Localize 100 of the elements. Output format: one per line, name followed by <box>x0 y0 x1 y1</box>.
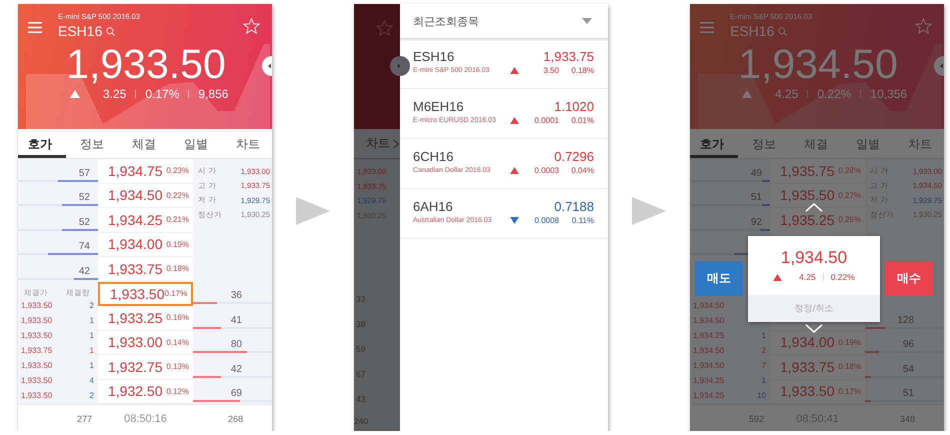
order-price: 1,933.50 <box>780 383 834 400</box>
order-price: 1,932.50 <box>108 383 162 400</box>
item-price: 1,933.75 <box>543 49 594 64</box>
trade-quantity: 1 <box>90 316 94 324</box>
trade-quantity: 10 <box>757 390 766 400</box>
trade-quantity: 2 <box>762 346 766 354</box>
order-price: 1,934.25 <box>108 212 162 228</box>
sell-button[interactable]: 매도 <box>695 261 743 296</box>
bid-quantity: 36 <box>230 289 243 302</box>
order-price: 1,933.00 <box>108 334 162 350</box>
trade-price: 1,933.50 <box>21 376 52 384</box>
price-percent: 0.19% <box>838 338 861 347</box>
ask-quantity: 49 <box>750 166 763 180</box>
order-price: 1,933.25 <box>108 310 162 326</box>
chevron-down-icon[interactable] <box>805 324 823 333</box>
item-price: 0.7188 <box>554 199 594 214</box>
tab[interactable]: 정보 <box>742 129 786 158</box>
order-price: 1,935.50 <box>780 187 834 204</box>
trade-price: 1,934.25 <box>693 330 724 340</box>
tab[interactable]: 체결 <box>794 129 838 158</box>
trade-price: 1,934.50 <box>693 316 724 324</box>
trade-price: 1,933.50 <box>21 390 52 400</box>
bid-quantity: 80 <box>230 338 243 351</box>
chevron-up-icon[interactable] <box>805 203 823 212</box>
ask-quantity: 51 <box>750 191 763 204</box>
order-price: 1,933.75 <box>780 358 834 375</box>
price-percent: 0.26% <box>838 215 861 224</box>
item-percent: 0.01% <box>570 116 594 125</box>
trade-price: 1,933.75 <box>21 346 52 354</box>
dropdown-caret-icon[interactable] <box>582 18 592 24</box>
trade-price: 1,934.25 <box>693 376 724 384</box>
current-price: 1,934.50 <box>737 41 899 87</box>
order-price: 1,935.25 <box>780 212 834 228</box>
price-percent: 0.17% <box>164 289 188 298</box>
tab[interactable]: 차트 <box>898 129 942 158</box>
trade-price: 1,934.50 <box>693 300 724 310</box>
menu-icon[interactable] <box>28 22 42 33</box>
item-symbol: M6EH16 <box>413 99 464 114</box>
popup-percent: 0.22% <box>830 272 855 282</box>
trade-quantity: 1 <box>90 360 94 370</box>
symbol-title: ESH16 <box>58 22 102 40</box>
volume: 9,856 <box>198 87 228 101</box>
price-percent: 0.28% <box>838 166 861 176</box>
bid-quantity: 96 <box>902 338 915 351</box>
popup-change: 4.25 <box>799 272 816 282</box>
current-price: 1,933.50 <box>65 41 227 87</box>
order-price: 1,933.75 <box>108 260 162 277</box>
item-change: 0.0008 <box>534 216 559 225</box>
next-arrow-icon <box>632 197 666 225</box>
trade-quantity: 2 <box>90 300 94 310</box>
order-price: 1,934.75 <box>108 162 162 179</box>
item-percent: 0.11% <box>570 216 594 225</box>
price-percent: 0.21% <box>166 215 189 224</box>
drawer-title: 최근조회종목 <box>413 14 479 28</box>
trade-quantity: 7 <box>762 360 766 370</box>
trade-quantity: 1 <box>90 346 94 354</box>
item-price: 0.7296 <box>554 149 594 164</box>
tab[interactable]: 차트 <box>366 135 390 152</box>
trade-price: 1,934.50 <box>693 346 724 354</box>
change-percent: 0.17% <box>145 87 180 101</box>
price-percent: 0.16% <box>166 313 189 322</box>
ask-quantity: 92 <box>750 216 763 228</box>
tab[interactable]: 일별 <box>174 129 218 158</box>
price-percent: 0.22% <box>166 190 189 200</box>
symbol-title: ESH16 <box>730 22 774 40</box>
item-symbol: 6AH16 <box>413 199 453 214</box>
bid-quantity: 128 <box>897 314 915 326</box>
item-change: 0.0003 <box>534 166 559 175</box>
item-price: 1.1020 <box>554 99 594 114</box>
tab[interactable]: 체결 <box>122 129 166 158</box>
trade-quantity: 1 <box>90 330 94 340</box>
tab[interactable]: 정보 <box>70 129 114 158</box>
trade-price: 1,934.25 <box>693 390 724 400</box>
item-percent: 0.18% <box>570 66 594 75</box>
popup-price: 1,934.50 <box>780 248 848 268</box>
star-icon[interactable] <box>376 20 393 36</box>
tab[interactable]: 일별 <box>846 129 890 158</box>
bid-quantity: 51 <box>902 387 915 400</box>
bid-quantity: 54 <box>902 362 915 376</box>
price-change: 3.25 <box>103 87 126 101</box>
search-icon[interactable] <box>778 26 788 36</box>
trade-price: 1,933.50 <box>21 300 52 310</box>
trade-quantity: 1 <box>762 330 766 340</box>
bid-total: 268 <box>226 414 244 424</box>
buy-button[interactable]: 매수 <box>885 261 933 296</box>
volume: 10,356 <box>870 87 908 101</box>
side-handle-icon[interactable] <box>390 56 410 76</box>
chevron-right-icon[interactable] <box>393 138 399 148</box>
order-price: 1,934.50 <box>108 187 162 204</box>
price-percent: 0.13% <box>166 362 189 372</box>
menu-icon[interactable] <box>700 22 714 33</box>
trade-price: 1,933.50 <box>21 316 52 324</box>
trade-price: 1,934.50 <box>693 360 724 370</box>
search-icon[interactable] <box>106 26 116 36</box>
price-change: 4.25 <box>775 87 798 101</box>
item-change: 0.0001 <box>534 116 559 125</box>
tab[interactable]: 차트 <box>226 129 270 158</box>
trade-quantity: 4 <box>90 376 94 384</box>
time-label: 08:50:16 <box>123 412 168 424</box>
price-percent: 0.17% <box>838 386 861 396</box>
